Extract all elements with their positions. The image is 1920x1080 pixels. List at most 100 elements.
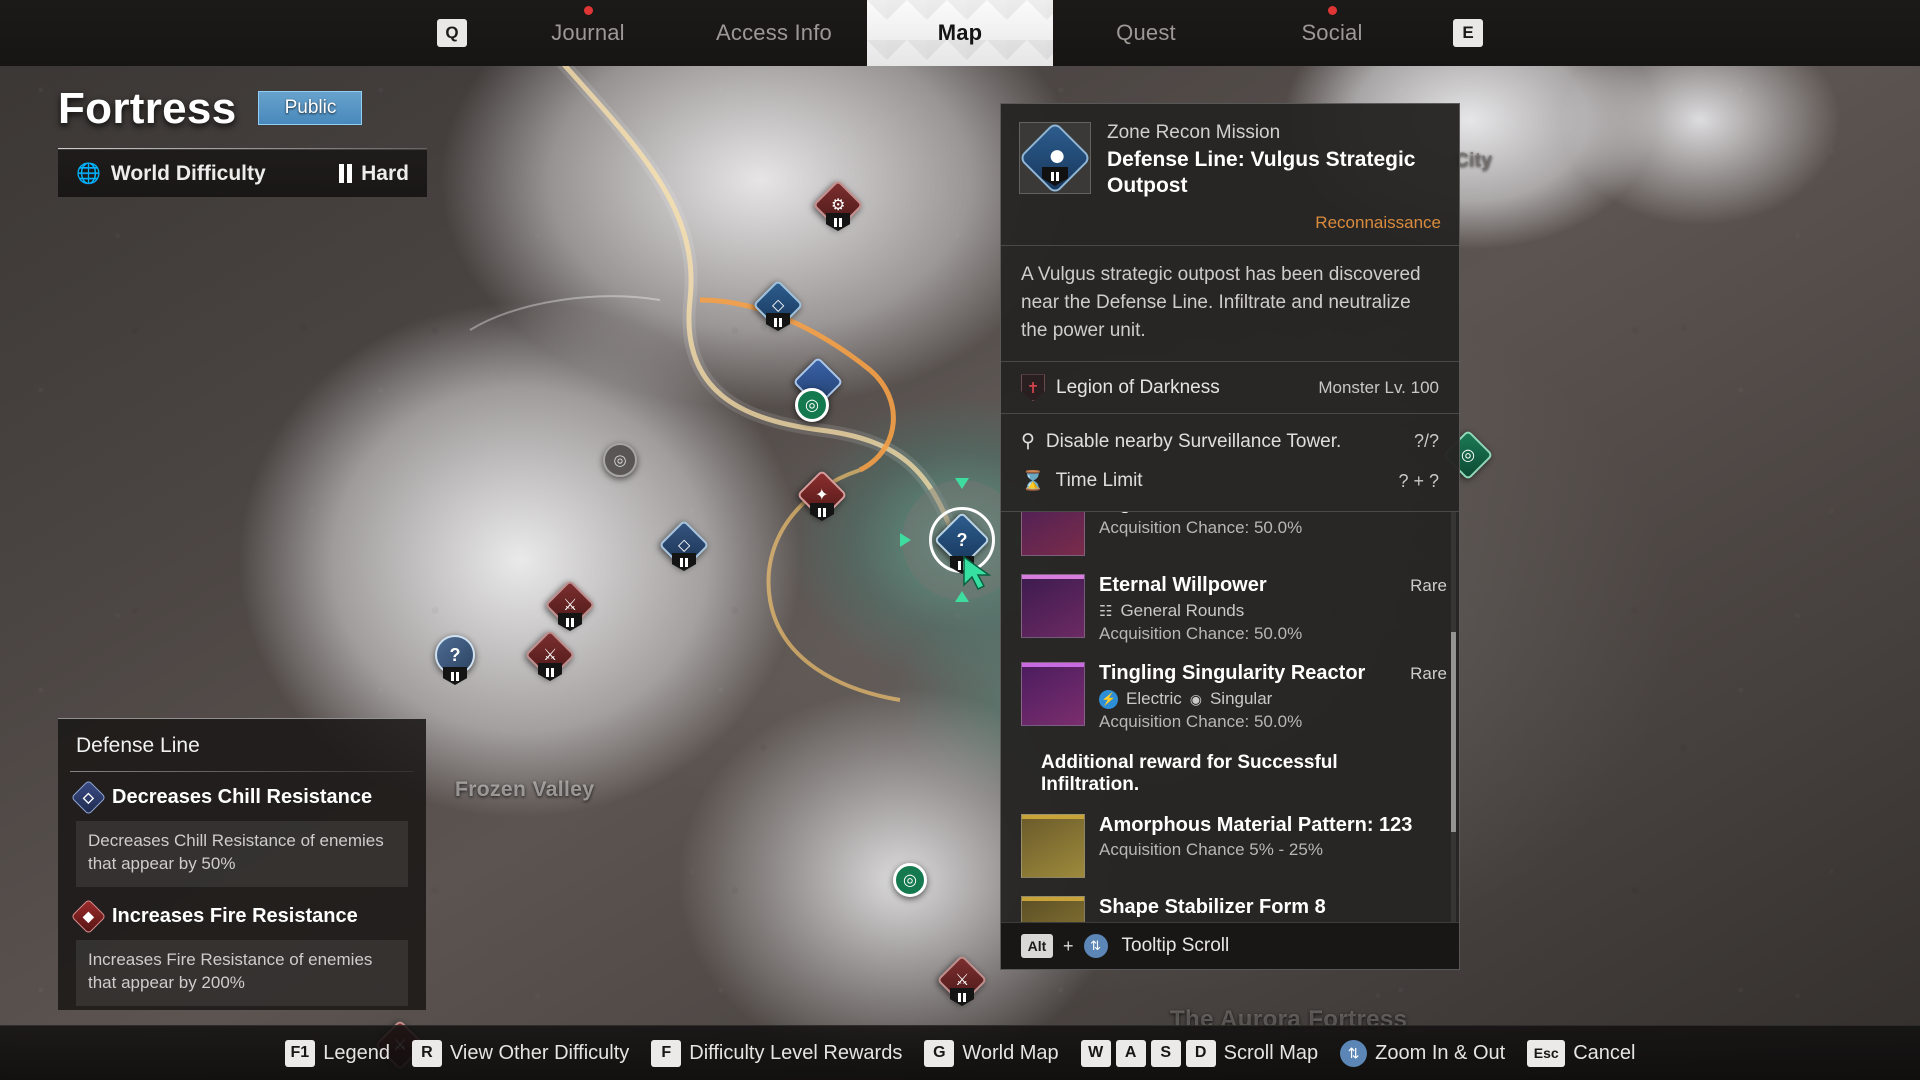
reward-rarity: Rare bbox=[1410, 664, 1447, 684]
mission-detail-panel: Zone Recon Mission Defense Line: Vulgus … bbox=[1000, 103, 1460, 971]
additional-reward-row[interactable]: Shape Stabilizer Form 8 Acquisition Chan… bbox=[1021, 886, 1447, 923]
mission-description: A Vulgus strategic outpost has been disc… bbox=[1021, 264, 1421, 341]
map-marker-recon[interactable]: ◇ bbox=[752, 279, 804, 331]
reward-tag-label: General Rounds bbox=[1120, 601, 1245, 621]
tab-social[interactable]: Social bbox=[1239, 0, 1425, 66]
reward-name: High-Power Rounds bbox=[1099, 512, 1290, 515]
key-a: A bbox=[1115, 1039, 1146, 1067]
tab-journal[interactable]: Journal bbox=[495, 0, 681, 66]
nav-key-e[interactable]: E bbox=[1453, 19, 1483, 47]
modifier-name: Decreases Chill Resistance bbox=[112, 786, 373, 808]
reward-chance: Acquisition Chance: 50.0% bbox=[1099, 518, 1303, 538]
mouse-cursor bbox=[963, 555, 992, 591]
header-divider bbox=[58, 148, 427, 149]
map-marker-unknown[interactable]: ? bbox=[435, 635, 475, 685]
hotkey-label: Zoom In & Out bbox=[1375, 1041, 1506, 1064]
reward-icon bbox=[1021, 814, 1085, 879]
game-map-screen: Frozen Valley The Aurora Fortress City ⚙… bbox=[0, 0, 1920, 1080]
key-g: G bbox=[924, 1039, 955, 1067]
objective-value: ? + ? bbox=[1398, 470, 1439, 491]
tab-access-info-label: Access Info bbox=[716, 20, 832, 45]
hotkey-label: World Map bbox=[962, 1041, 1059, 1064]
key-r: R bbox=[411, 1039, 442, 1067]
top-navigation-bar: Q Journal Access Info Map Quest Social E bbox=[0, 0, 1920, 66]
hotkey-view-other-difficulty[interactable]: R View Other Difficulty bbox=[411, 1039, 629, 1067]
modifier-row: ◆ Increases Fire Resistance bbox=[58, 891, 426, 940]
additional-reward-row[interactable]: Amorphous Material Pattern: 123 Acquisit… bbox=[1021, 804, 1447, 886]
map-marker-flag[interactable]: ⚔ bbox=[936, 954, 988, 1006]
hotkey-label: Scroll Map bbox=[1223, 1041, 1319, 1064]
mission-objectives: ⚲ Disable nearby Surveillance Tower. ?/?… bbox=[1001, 414, 1459, 511]
globe-icon: 🌐 bbox=[76, 163, 101, 185]
objective-value: ?/? bbox=[1413, 431, 1439, 452]
hotkey-world-map[interactable]: G World Map bbox=[924, 1039, 1059, 1067]
reward-name: Eternal Willpower bbox=[1099, 574, 1267, 597]
public-badge[interactable]: Public bbox=[258, 91, 363, 125]
mission-rewards-list[interactable]: High-Power Rounds Acquisition Chance: 50… bbox=[1001, 512, 1459, 923]
hotkey-zoom[interactable]: ⇅ Zoom In & Out bbox=[1340, 1039, 1506, 1067]
objective-label: Time Limit bbox=[1055, 470, 1143, 492]
surveillance-tower-icon: ⚲ bbox=[1021, 431, 1035, 453]
zone-label: City bbox=[1455, 150, 1493, 171]
mission-name: Defense Line: Vulgus Strategic Outpost bbox=[1107, 148, 1416, 197]
mission-faction-row: ✝ Legion of Darkness Monster Lv. 100 bbox=[1001, 362, 1459, 413]
reward-icon bbox=[1021, 662, 1085, 727]
notification-dot bbox=[584, 6, 593, 15]
objective-row: ⚲ Disable nearby Surveillance Tower. ?/? bbox=[1001, 422, 1459, 461]
tab-journal-label: Journal bbox=[551, 20, 625, 45]
tab-access-info[interactable]: Access Info bbox=[681, 0, 867, 66]
hotkey-scroll-map[interactable]: W A S D Scroll Map bbox=[1080, 1039, 1319, 1067]
tab-map[interactable]: Map bbox=[867, 0, 1053, 66]
electric-icon: ⚡ bbox=[1099, 689, 1118, 709]
tab-social-label: Social bbox=[1301, 20, 1363, 45]
world-difficulty-bar[interactable]: 🌐 World Difficulty Hard bbox=[58, 150, 427, 197]
map-marker-resource[interactable]: ◎ bbox=[893, 863, 927, 897]
tab-quest[interactable]: Quest bbox=[1053, 0, 1239, 66]
reward-icon bbox=[1021, 896, 1085, 923]
map-marker-flag[interactable]: ⚔ bbox=[544, 579, 596, 631]
mission-header: Zone Recon Mission Defense Line: Vulgus … bbox=[1001, 104, 1459, 208]
hotkey-label: Cancel bbox=[1573, 1041, 1636, 1064]
reward-chance: Acquisition Chance: 50.0% bbox=[1099, 624, 1303, 644]
modifier-panel-title: Defense Line bbox=[76, 734, 200, 757]
modifier-row: ◇ Decreases Chill Resistance bbox=[58, 772, 426, 821]
faction-name: Legion of Darkness bbox=[1056, 376, 1220, 398]
reward-row[interactable]: Tingling Singularity Reactor Rare ⚡ Elec… bbox=[1021, 652, 1447, 740]
plus-symbol: + bbox=[1063, 935, 1074, 956]
reward-row[interactable]: High-Power Rounds Acquisition Chance: 50… bbox=[1021, 512, 1447, 564]
modifier-description: Increases Fire Resistance of enemies tha… bbox=[76, 939, 408, 1006]
reward-chance: Acquisition Chance 5% - 25% bbox=[1099, 840, 1323, 860]
hotkey-legend[interactable]: F1 Legend bbox=[284, 1039, 390, 1067]
map-marker-battle[interactable]: ⚙ bbox=[812, 179, 864, 231]
alt-key: Alt bbox=[1021, 934, 1053, 959]
zone-header: Fortress Public 🌐 World Difficulty Hard bbox=[58, 84, 798, 197]
key-w: W bbox=[1080, 1039, 1111, 1067]
additional-reward-title: Additional reward for Successful Infiltr… bbox=[1041, 752, 1338, 796]
map-marker-resource[interactable]: ◎ bbox=[795, 388, 829, 422]
reward-row[interactable]: Eternal Willpower Rare ☷ General Rounds … bbox=[1021, 564, 1447, 652]
chill-icon: ◇ bbox=[70, 779, 107, 816]
rewards-scrollbar-thumb[interactable] bbox=[1451, 632, 1456, 833]
map-marker-inactive[interactable]: ◎ bbox=[603, 443, 637, 477]
mouse-wheel-icon: ⇅ bbox=[1340, 1039, 1368, 1067]
reward-tag-label: Singular bbox=[1209, 689, 1273, 709]
map-marker-battle[interactable]: ✦ bbox=[796, 469, 848, 521]
key-d: D bbox=[1185, 1039, 1216, 1067]
mouse-wheel-icon: ⇅ bbox=[1083, 934, 1108, 959]
world-difficulty-label: World Difficulty bbox=[110, 161, 266, 185]
singular-icon: ◉ bbox=[1189, 690, 1202, 707]
hotkey-cancel[interactable]: Esc Cancel bbox=[1527, 1039, 1636, 1067]
fire-icon: ◆ bbox=[70, 898, 107, 935]
faction-shield-icon: ✝ bbox=[1021, 374, 1045, 402]
objective-row: ⌛ Time Limit ? + ? bbox=[1001, 461, 1459, 501]
map-marker-flag[interactable]: ⚔ bbox=[524, 629, 576, 681]
map-marker-objective[interactable] bbox=[792, 356, 844, 408]
map-marker-recon[interactable]: ◇ bbox=[658, 519, 710, 571]
key-s: S bbox=[1150, 1039, 1181, 1067]
nav-key-q[interactable]: Q bbox=[437, 19, 467, 47]
hotkey-label: Legend bbox=[323, 1041, 390, 1064]
tooltip-scroll-label: Tooltip Scroll bbox=[1121, 935, 1230, 957]
defense-line-modifier-panel: Defense Line ◇ Decreases Chill Resistanc… bbox=[58, 718, 426, 1010]
bottom-hotkey-bar: F1 Legend R View Other Difficulty F Diff… bbox=[0, 1025, 1920, 1080]
hotkey-difficulty-rewards[interactable]: F Difficulty Level Rewards bbox=[651, 1039, 902, 1067]
